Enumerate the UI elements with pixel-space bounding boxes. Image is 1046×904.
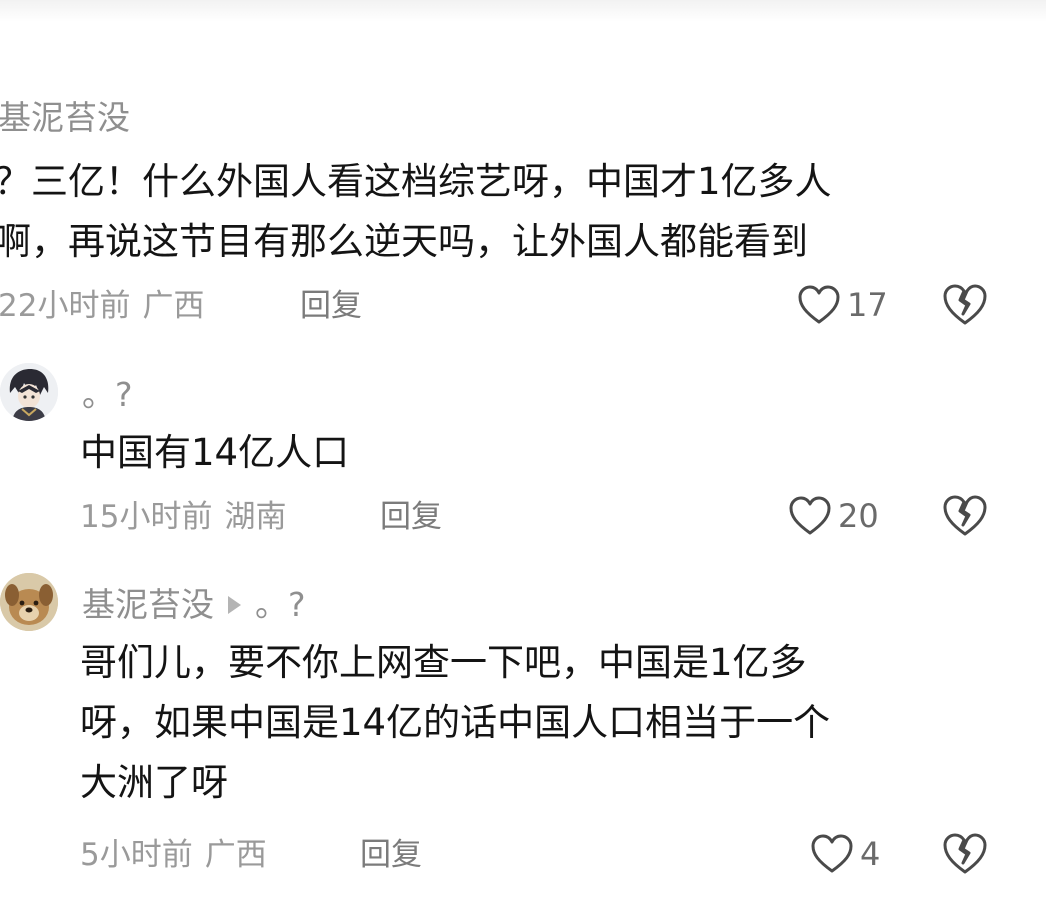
heart-icon	[811, 834, 853, 873]
comment-content-line: 大洲了呀	[80, 761, 228, 804]
comment-content-line: 中国有14亿人口	[80, 431, 350, 474]
avatar[interactable]	[0, 573, 58, 631]
comment-meta: 22小时前 广西	[0, 286, 204, 326]
comment-content-line: 呀，如果中国是14亿的话中国人口相当于一个	[80, 701, 831, 744]
like-count: 20	[838, 497, 879, 535]
comment-list: 基泥苔没 ？三亿！什么外国人看这档综艺呀，中国才1亿多人 啊，再说这节目有那么逆…	[0, 0, 1046, 904]
dog-avatar-icon	[0, 573, 58, 631]
like-button[interactable]: 17	[797, 282, 888, 328]
comment-content: 哥们儿，要不你上网查一下吧，中国是1亿多 呀，如果中国是14亿的话中国人口相当于…	[80, 633, 830, 813]
comment-item: 。? 中国有14亿人口 15小时前 湖南 回复 20	[0, 355, 1046, 555]
like-count: 17	[847, 286, 888, 324]
dislike-button[interactable]	[942, 832, 988, 878]
comment-username[interactable]: 。?	[82, 375, 133, 415]
heart-icon	[798, 285, 840, 324]
comment-content: ？三亿！什么外国人看这档综艺呀，中国才1亿多人 啊，再说这节目有那么逆天吗，让外…	[0, 152, 832, 272]
comment-meta: 5小时前 广西	[80, 835, 267, 875]
reply-button[interactable]: 回复	[360, 835, 422, 875]
anime-character-avatar-icon	[0, 363, 58, 421]
comment-time: 15小时前	[80, 499, 213, 535]
comment-location: 湖南	[224, 499, 287, 535]
comment-location: 广西	[142, 288, 205, 324]
comment-username-text[interactable]: 基泥苔没	[82, 585, 214, 624]
comment-username: 基泥苔没 。?	[82, 585, 306, 625]
broken-heart-icon	[943, 495, 987, 536]
comment-item: 基泥苔没 ？三亿！什么外国人看这档综艺呀，中国才1亿多人 啊，再说这节目有那么逆…	[0, 0, 1046, 340]
reply-to-username[interactable]: 。?	[255, 585, 306, 624]
comment-location: 广西	[204, 837, 267, 873]
broken-heart-icon	[943, 284, 987, 325]
comment-item: 基泥苔没 。? 哥们儿，要不你上网查一下吧，中国是1亿多 呀，如果中国是14亿的话…	[0, 565, 1046, 904]
like-button[interactable]: 4	[810, 831, 880, 877]
like-count: 4	[860, 835, 881, 873]
like-button[interactable]: 20	[788, 493, 879, 539]
comment-content-line: ？三亿！什么外国人看这档综艺呀，中国才1亿多人	[0, 160, 832, 203]
comment-content-line: 啊，再说这节目有那么逆天吗，让外国人都能看到	[0, 220, 808, 263]
dislike-button[interactable]	[942, 283, 988, 329]
comment-time: 5小时前	[80, 837, 193, 873]
reply-arrow-icon	[228, 596, 241, 614]
comment-username[interactable]: 基泥苔没	[0, 98, 130, 138]
heart-icon	[789, 496, 831, 535]
reply-button[interactable]: 回复	[300, 286, 362, 326]
comment-content: 中国有14亿人口	[80, 423, 349, 483]
comment-content-line: 哥们儿，要不你上网查一下吧，中国是1亿多	[80, 641, 807, 684]
comment-meta: 15小时前 湖南	[80, 497, 286, 537]
broken-heart-icon	[943, 833, 987, 874]
reply-button[interactable]: 回复	[380, 497, 442, 537]
comment-time: 22小时前	[0, 288, 131, 324]
avatar[interactable]	[0, 363, 58, 421]
dislike-button[interactable]	[942, 494, 988, 540]
